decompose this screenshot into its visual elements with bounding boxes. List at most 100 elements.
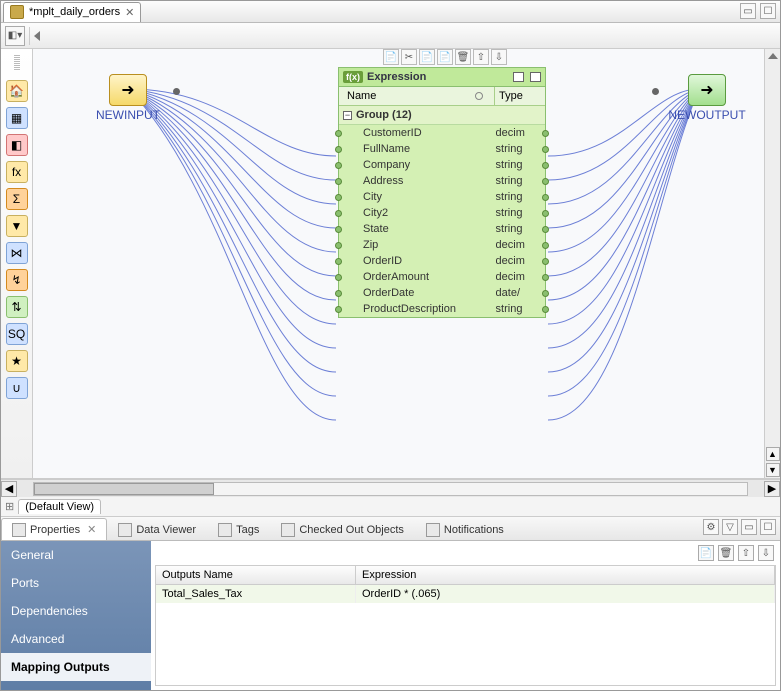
palette-rank-icon[interactable]: ★ <box>6 350 28 372</box>
perspective-menu-button[interactable]: ◧▾ <box>5 26 25 46</box>
output-port[interactable] <box>542 242 549 249</box>
scroll-left-icon[interactable] <box>34 31 40 41</box>
tab-properties[interactable]: Properties ✕ <box>1 518 107 540</box>
input-transformation[interactable]: ➜ NEWINPUT <box>88 74 168 122</box>
paste-icon[interactable]: 📄 <box>419 49 435 65</box>
expression-header[interactable]: Expression <box>356 566 775 584</box>
palette-union-icon[interactable]: ∪ <box>6 377 28 399</box>
expression-titlebar[interactable]: f(x) Expression <box>339 68 545 87</box>
sidebar-item-general[interactable]: General <box>1 541 151 569</box>
input-port[interactable] <box>335 130 342 137</box>
name-column-header[interactable]: Name <box>339 87 495 105</box>
palette-filter-icon[interactable]: ▼ <box>6 215 28 237</box>
scroll-right-icon[interactable] <box>768 53 778 59</box>
expression-port-row[interactable]: FullNamestring <box>339 141 545 157</box>
output-port[interactable] <box>542 274 549 281</box>
cut-icon[interactable]: ✂ <box>401 49 417 65</box>
input-port[interactable] <box>335 210 342 217</box>
expression-port-row[interactable]: Zipdecim <box>339 237 545 253</box>
movedown-row-button[interactable]: ⇩ <box>758 545 774 561</box>
delete-row-button[interactable]: 🗑 <box>718 545 734 561</box>
sidebar-item-ports[interactable]: Ports <box>1 569 151 597</box>
moveup-row-button[interactable]: ⇧ <box>738 545 754 561</box>
tab-tags[interactable]: Tags <box>207 518 270 540</box>
output-port[interactable] <box>542 162 549 169</box>
movedown-icon[interactable]: ⇩ <box>491 49 507 65</box>
tab-checked-out[interactable]: Checked Out Objects <box>270 518 415 540</box>
palette-sorter-icon[interactable]: ⇅ <box>6 296 28 318</box>
sidebar-item-advanced[interactable]: Advanced <box>1 625 151 653</box>
scroll-left-arrow[interactable]: ◀ <box>1 481 17 497</box>
expression-port-row[interactable]: Citystring <box>339 189 545 205</box>
editor-tab-mplt-daily-orders[interactable]: *mplt_daily_orders ✕ <box>3 2 141 22</box>
panel-dropdown-button[interactable]: ▽ <box>722 519 738 535</box>
tab-notifications[interactable]: Notifications <box>415 518 515 540</box>
close-properties-icon[interactable]: ✕ <box>87 523 96 536</box>
input-port[interactable] <box>335 178 342 185</box>
output-transformation[interactable]: ➜ NEWOUTPUT <box>662 74 752 122</box>
input-output-port[interactable] <box>173 88 180 95</box>
expression-transformation[interactable]: f(x) Expression Name Type − Group (12) <box>338 67 546 318</box>
input-port[interactable] <box>335 274 342 281</box>
copy-icon[interactable]: 📄 <box>383 49 399 65</box>
paste2-icon[interactable]: 📄 <box>437 49 453 65</box>
collapse-icon[interactable]: − <box>343 111 352 120</box>
input-port[interactable] <box>335 242 342 249</box>
palette-router-icon[interactable]: ↯ <box>6 269 28 291</box>
expression-port-row[interactable]: Statestring <box>339 221 545 237</box>
view-expand-icon[interactable]: ⊞ <box>5 500 14 513</box>
scroll-down-arrow[interactable]: ▼ <box>766 463 780 477</box>
input-port[interactable] <box>335 146 342 153</box>
output-port[interactable] <box>542 226 549 233</box>
sidebar-item-mapping-outputs[interactable]: Mapping Outputs <box>1 653 151 681</box>
output-port[interactable] <box>542 306 549 313</box>
expression-port-row[interactable]: CustomerIDdecim <box>339 125 545 141</box>
mapping-canvas[interactable]: 📄 ✂ 📄 📄 🗑 ⇧ ⇩ <box>33 49 764 478</box>
palette-target-icon[interactable]: ▦ <box>6 107 28 129</box>
palette-joiner-icon[interactable]: ⋈ <box>6 242 28 264</box>
output-port[interactable] <box>542 258 549 265</box>
type-column-header[interactable]: Type <box>495 87 545 105</box>
scroll-right-arrow[interactable]: ▶ <box>764 481 780 497</box>
canvas-horizontal-scrollbar[interactable]: ◀ ▶ <box>1 479 780 497</box>
scroll-thumb[interactable] <box>34 483 214 495</box>
close-icon[interactable]: ✕ <box>125 6 134 19</box>
input-port[interactable] <box>335 194 342 201</box>
output-expression-cell[interactable]: OrderID * (.065) <box>356 585 775 603</box>
expression-port-row[interactable]: Addressstring <box>339 173 545 189</box>
output-port[interactable] <box>542 194 549 201</box>
output-port[interactable] <box>542 290 549 297</box>
palette-aggregator-icon[interactable]: Σ <box>6 188 28 210</box>
expression-port-row[interactable]: OrderIDdecim <box>339 253 545 269</box>
scroll-track[interactable] <box>33 482 748 496</box>
input-port[interactable] <box>335 226 342 233</box>
restore-button[interactable] <box>530 72 541 82</box>
minimize-editor-button[interactable]: ▭ <box>740 3 756 19</box>
palette-sql-icon[interactable]: SQ <box>6 323 28 345</box>
panel-minimize-button[interactable]: ▭ <box>741 519 757 535</box>
add-row-button[interactable]: 📄 <box>698 545 714 561</box>
input-port[interactable] <box>335 162 342 169</box>
input-port[interactable] <box>335 306 342 313</box>
expression-group-row[interactable]: − Group (12) <box>339 106 545 125</box>
output-name-cell[interactable]: Total_Sales_Tax <box>156 585 356 603</box>
palette-grip[interactable] <box>14 55 20 71</box>
output-port[interactable] <box>542 130 549 137</box>
scroll-up-arrow[interactable]: ▲ <box>766 447 780 461</box>
iconify-button[interactable] <box>513 72 524 82</box>
maximize-editor-button[interactable]: ☐ <box>760 3 776 19</box>
expression-port-row[interactable]: ProductDescriptionstring <box>339 301 545 317</box>
table-row[interactable]: Total_Sales_Tax OrderID * (.065) <box>156 585 775 603</box>
expression-port-row[interactable]: OrderAmountdecim <box>339 269 545 285</box>
input-port[interactable] <box>335 258 342 265</box>
panel-menu-button[interactable]: ⚙ <box>703 519 719 535</box>
outputs-name-header[interactable]: Outputs Name <box>156 566 356 584</box>
default-view-tab[interactable]: (Default View) <box>18 499 101 514</box>
output-port[interactable] <box>542 178 549 185</box>
palette-source-icon[interactable]: 🏠 <box>6 80 28 102</box>
canvas-vertical-scrollbar[interactable]: ▲ ▼ <box>764 49 780 478</box>
output-port[interactable] <box>542 146 549 153</box>
delete-icon[interactable]: 🗑 <box>455 49 471 65</box>
palette-expression-icon[interactable]: fx <box>6 161 28 183</box>
expression-port-row[interactable]: OrderDatedate/ <box>339 285 545 301</box>
